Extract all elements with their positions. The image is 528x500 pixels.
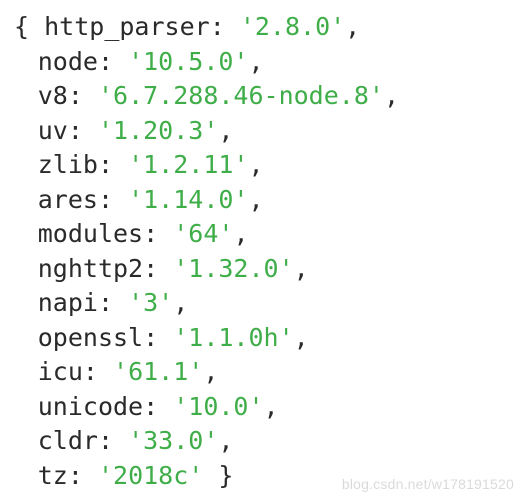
comma: ,	[249, 185, 264, 214]
value-unicode: '10.0'	[173, 392, 263, 421]
value-modules: '64'	[173, 219, 233, 248]
key-cldr: cldr	[38, 426, 98, 455]
key-http_parser: http_parser	[44, 12, 210, 41]
value-tz: '2018c'	[98, 461, 203, 490]
comma: ,	[218, 116, 233, 145]
code-line-ares: ares: '1.14.0',	[14, 183, 518, 218]
value-node: '10.5.0'	[128, 47, 248, 76]
colon: :	[143, 323, 173, 352]
key-node: node	[38, 47, 98, 76]
key-modules: modules	[38, 219, 143, 248]
open-brace: {	[14, 12, 29, 41]
key-icu: icu	[38, 357, 83, 386]
comma: ,	[384, 81, 399, 110]
value-uv: '1.20.3'	[98, 116, 218, 145]
code-block: { http_parser: '2.8.0',node: '10.5.0',v8…	[14, 10, 518, 493]
code-line-napi: napi: '3',	[14, 286, 518, 321]
colon: :	[98, 150, 128, 179]
comma: ,	[218, 426, 233, 455]
code-line-modules: modules: '64',	[14, 217, 518, 252]
key-uv: uv	[38, 116, 68, 145]
comma: ,	[203, 357, 218, 386]
comma: ,	[294, 323, 309, 352]
key-unicode: unicode	[38, 392, 143, 421]
code-line-nghttp2: nghttp2: '1.32.0',	[14, 252, 518, 287]
close-brace: }	[218, 461, 233, 490]
key-zlib: zlib	[38, 150, 98, 179]
code-line-cldr: cldr: '33.0',	[14, 424, 518, 459]
value-v8: '6.7.288.46-node.8'	[98, 81, 384, 110]
code-line-http_parser: { http_parser: '2.8.0',	[14, 10, 518, 45]
key-openssl: openssl	[38, 323, 143, 352]
value-icu: '61.1'	[113, 357, 203, 386]
comma: ,	[294, 254, 309, 283]
colon: :	[98, 47, 128, 76]
code-line-node: node: '10.5.0',	[14, 45, 518, 80]
comma: ,	[264, 392, 279, 421]
colon: :	[68, 116, 98, 145]
value-zlib: '1.2.11'	[128, 150, 248, 179]
colon: :	[143, 219, 173, 248]
key-nghttp2: nghttp2	[38, 254, 143, 283]
key-napi: napi	[38, 288, 98, 317]
colon: :	[68, 461, 98, 490]
colon: :	[98, 185, 128, 214]
value-openssl: '1.1.0h'	[173, 323, 293, 352]
value-nghttp2: '1.32.0'	[173, 254, 293, 283]
comma: ,	[249, 150, 264, 179]
code-line-v8: v8: '6.7.288.46-node.8',	[14, 79, 518, 114]
key-v8: v8	[38, 81, 68, 110]
comma: ,	[173, 288, 188, 317]
comma: ,	[233, 219, 248, 248]
colon: :	[98, 426, 128, 455]
watermark-text: blog.csdn.net/w178191520	[342, 475, 514, 494]
colon: :	[83, 357, 113, 386]
colon: :	[143, 254, 173, 283]
code-line-uv: uv: '1.20.3',	[14, 114, 518, 149]
comma: ,	[249, 47, 264, 76]
comma: ,	[345, 12, 360, 41]
value-ares: '1.14.0'	[128, 185, 248, 214]
code-line-icu: icu: '61.1',	[14, 355, 518, 390]
value-napi: '3'	[128, 288, 173, 317]
colon: :	[210, 12, 240, 41]
colon: :	[143, 392, 173, 421]
key-tz: tz	[38, 461, 68, 490]
value-cldr: '33.0'	[128, 426, 218, 455]
colon: :	[68, 81, 98, 110]
value-http_parser: '2.8.0'	[240, 12, 345, 41]
colon: :	[98, 288, 128, 317]
code-line-zlib: zlib: '1.2.11',	[14, 148, 518, 183]
code-line-unicode: unicode: '10.0',	[14, 390, 518, 425]
key-ares: ares	[38, 185, 98, 214]
code-line-openssl: openssl: '1.1.0h',	[14, 321, 518, 356]
